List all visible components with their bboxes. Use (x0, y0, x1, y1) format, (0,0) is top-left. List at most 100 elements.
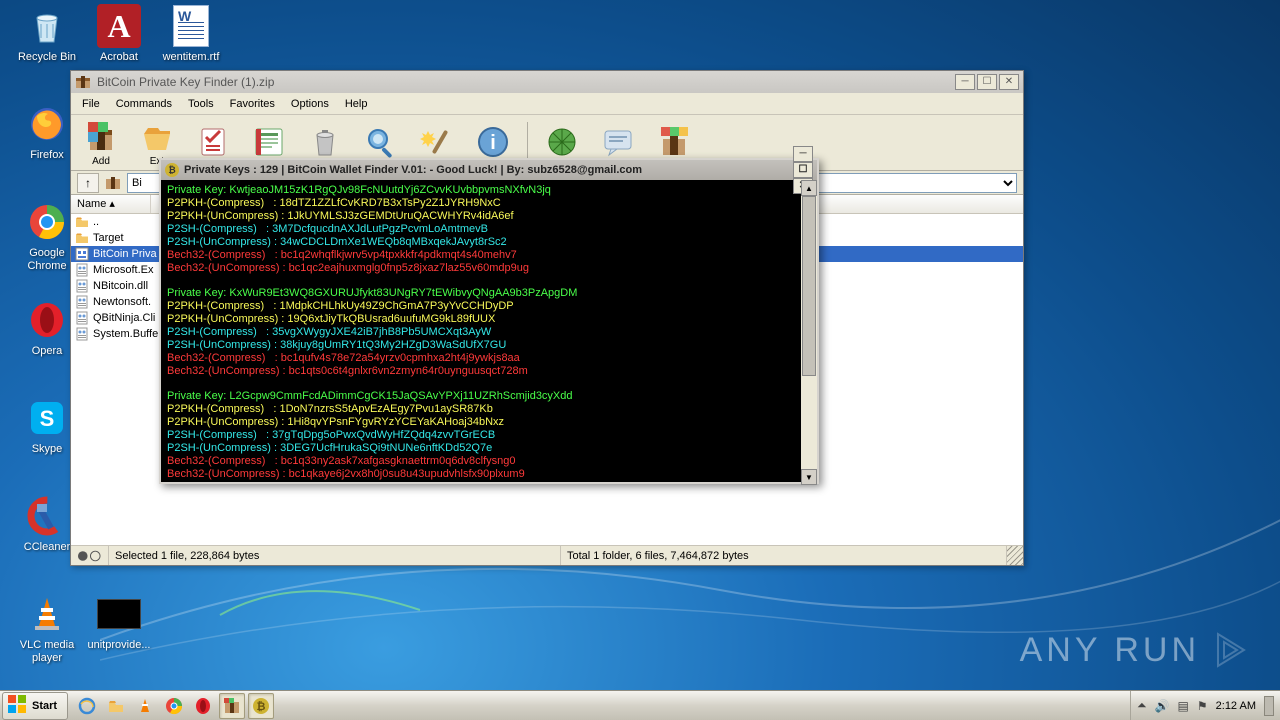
file-name: Target (93, 232, 124, 244)
archive-icon (105, 175, 121, 191)
windows-logo-icon (7, 694, 27, 717)
menu-favorites[interactable]: Favorites (223, 96, 282, 112)
status-mode-icon (77, 550, 102, 562)
file-type-icon (75, 215, 89, 229)
file-type-icon (75, 247, 89, 261)
status-selected: Selected 1 file, 228,864 bytes (109, 546, 561, 565)
file-name: .. (93, 216, 99, 228)
firefox-icon (25, 102, 69, 146)
desktop-icon-label: wentitem.rtf (158, 51, 224, 64)
svg-text:i: i (490, 132, 496, 154)
svg-text:₿: ₿ (257, 701, 266, 713)
scroll-up[interactable]: ▲ (801, 180, 817, 196)
toolbar-label: Add (92, 156, 110, 167)
tray-show-desktop[interactable] (1264, 696, 1274, 716)
acrobat-icon: A (97, 4, 141, 48)
resize-grip[interactable] (1007, 546, 1023, 565)
tray-expand-icon[interactable]: ⏶ (1137, 698, 1147, 713)
toolbar-test[interactable] (191, 124, 235, 161)
winrar-statusbar: Selected 1 file, 228,864 bytes Total 1 f… (71, 545, 1023, 565)
start-button[interactable]: Start (2, 692, 68, 720)
close-button[interactable]: ✕ (999, 74, 1019, 90)
toolbar-view[interactable] (247, 124, 291, 161)
desktop-icon-label: Acrobat (86, 51, 152, 64)
start-label: Start (32, 700, 57, 712)
toolbar-find[interactable] (359, 124, 403, 161)
desktop-icon-vlc[interactable]: VLC media player (14, 592, 80, 664)
menu-tools[interactable]: Tools (181, 96, 221, 112)
console-window: ₿ Private Keys : 129 | BitCoin Wallet Fi… (159, 158, 819, 484)
file-type-icon (75, 295, 89, 309)
taskbar-bitcoin-app-active[interactable]: ₿ (248, 693, 274, 719)
file-name: NBitcoin.dll (93, 280, 148, 292)
file-type-icon (75, 327, 89, 341)
bitcoin-icon: ₿ (165, 163, 179, 177)
system-tray: ⏶ 🔊 ▤ ⚑ 2:12 AM (1130, 691, 1280, 720)
winrar-menubar: File Commands Tools Favorites Options He… (71, 93, 1023, 115)
minimize-button[interactable]: ─ (955, 74, 975, 90)
toolbar-comment[interactable] (596, 124, 640, 161)
taskbar-pins: ₿ (74, 693, 274, 719)
file-name: System.Buffe (93, 328, 158, 340)
taskbar-winrar-active[interactable] (219, 693, 245, 719)
recycle-bin-icon (25, 4, 69, 48)
svg-text:S: S (40, 406, 55, 431)
taskbar-chrome[interactable] (161, 693, 187, 719)
taskbar-explorer[interactable] (103, 693, 129, 719)
skype-icon: S (25, 396, 69, 440)
ccleaner-icon (25, 494, 69, 538)
file-type-icon (75, 263, 89, 277)
winrar-title: BitCoin Private Key Finder (1).zip (97, 75, 955, 89)
desktop-icon-acrobat[interactable]: A Acrobat (86, 4, 152, 64)
toolbar-sfx[interactable] (652, 124, 696, 161)
console-output[interactable]: Private Key: KwtjeaoJM15zK1RgQJv98FcNUut… (161, 180, 801, 485)
console-file-icon (97, 592, 141, 636)
file-type-icon (75, 231, 89, 245)
toolbar-info[interactable]: i (471, 124, 515, 161)
menu-file[interactable]: File (75, 96, 107, 112)
toolbar-virusscan[interactable] (540, 124, 584, 161)
maximize-button[interactable]: ☐ (977, 74, 997, 90)
column-name[interactable]: Name ▴ (71, 195, 151, 213)
tray-volume-icon[interactable]: 🔊 (1155, 699, 1170, 713)
chrome-icon (25, 200, 69, 244)
file-type-icon (75, 279, 89, 293)
desktop-icon-label: unitprovide... (86, 639, 152, 652)
tray-network-icon[interactable]: ▤ (1178, 699, 1189, 713)
file-type-icon (75, 311, 89, 325)
menu-options[interactable]: Options (284, 96, 336, 112)
winrar-titlebar[interactable]: BitCoin Private Key Finder (1).zip ─ ☐ ✕ (71, 71, 1023, 93)
maximize-button[interactable]: ☐ (793, 162, 813, 178)
winrar-app-icon (75, 74, 91, 90)
toolbar-wizard[interactable] (415, 124, 459, 161)
console-title: Private Keys : 129 | BitCoin Wallet Find… (184, 164, 793, 176)
word-doc-icon (169, 4, 213, 48)
file-name: QBitNinja.Cli (93, 312, 155, 324)
desktop-icon-unitprovider[interactable]: unitprovide... (86, 592, 152, 652)
taskbar-vlc[interactable] (132, 693, 158, 719)
console-scrollbar[interactable]: ▲ ▼ (801, 180, 817, 485)
menu-commands[interactable]: Commands (109, 96, 179, 112)
desktop-icon-recycle-bin[interactable]: Recycle Bin (14, 4, 80, 64)
minimize-button[interactable]: ─ (793, 146, 813, 162)
desktop-icon-label: Recycle Bin (14, 51, 80, 64)
file-name: Newtonsoft. (93, 296, 151, 308)
scroll-down[interactable]: ▼ (801, 469, 817, 485)
up-button[interactable]: ↑ (77, 173, 99, 193)
opera-icon (25, 298, 69, 342)
vlc-icon (25, 592, 69, 636)
desktop-icon-label: VLC media player (14, 639, 80, 664)
taskbar-opera[interactable] (190, 693, 216, 719)
desktop-icon-wentitem[interactable]: wentitem.rtf (158, 4, 224, 64)
menu-help[interactable]: Help (338, 96, 375, 112)
scroll-thumb[interactable] (802, 196, 816, 376)
file-name: Microsoft.Ex (93, 264, 154, 276)
toolbar-delete[interactable] (303, 124, 347, 161)
taskbar: Start ₿ ⏶ 🔊 ▤ ⚑ 2:12 AM (0, 690, 1280, 720)
tray-flag-icon[interactable]: ⚑ (1197, 699, 1208, 713)
toolbar-add[interactable]: Add (79, 119, 123, 167)
taskbar-ie[interactable] (74, 693, 100, 719)
console-titlebar[interactable]: ₿ Private Keys : 129 | BitCoin Wallet Fi… (161, 160, 817, 180)
tray-clock[interactable]: 2:12 AM (1216, 700, 1256, 712)
file-name: BitCoin Priva (93, 248, 157, 260)
